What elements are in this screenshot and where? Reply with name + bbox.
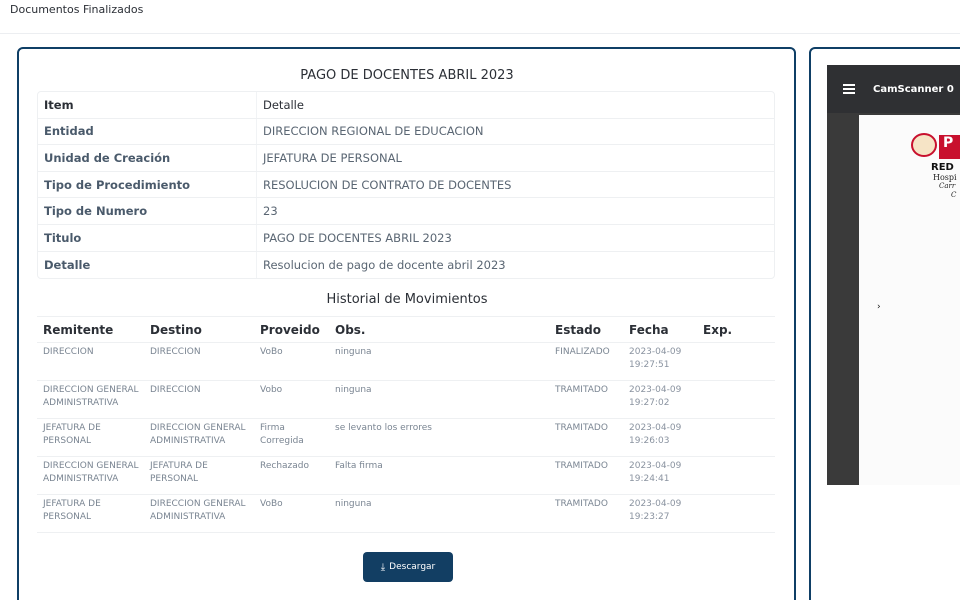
col-estado: Estado — [549, 316, 623, 343]
detail-header-row: Item Detalle — [38, 92, 774, 119]
detail-key: Detalle — [44, 257, 91, 272]
cell-fecha: 2023-04-09 19:23:27 — [623, 494, 697, 533]
brand-logo: P — [939, 135, 960, 159]
col-obs: Obs. — [329, 316, 549, 343]
detail-value: PAGO DE DOCENTES ABRIL 2023 — [256, 224, 452, 251]
table-row: JEFATURA DE PERSONAL DIRECCION GENERAL A… — [37, 494, 775, 533]
history-header-row: Remitente Destino Proveido Obs. Estado F… — [37, 316, 775, 343]
page-mark: › — [877, 302, 881, 312]
cell-remitente: JEFATURA DE PERSONAL — [37, 418, 144, 457]
col-remitente: Remitente — [37, 316, 144, 343]
cell-destino: DIRECCION GENERAL ADMINISTRATIVA — [144, 494, 254, 533]
detail-key: Titulo — [44, 230, 82, 245]
page-text-line: RED — [931, 162, 954, 173]
detail-row: Tipo de Procedimiento RESOLUCION DE CONT… — [38, 171, 774, 199]
cell-fecha: 2023-04-09 19:24:41 — [623, 456, 697, 495]
table-row: DIRECCION DIRECCION VoBo ninguna FINALIZ… — [37, 342, 775, 381]
document-preview-card: CamScanner 0 P RED Hospi Carr C › — [809, 47, 960, 600]
detail-table: Item Detalle Entidad DIRECCION REGIONAL … — [37, 91, 775, 280]
cell-proveido: Firma Corregida — [254, 418, 329, 457]
cell-remitente: DIRECCION — [37, 342, 144, 381]
cell-proveido: VoBo — [254, 494, 329, 533]
cell-exp — [697, 456, 775, 495]
detail-value: DIRECCION REGIONAL DE EDUCACION — [256, 118, 484, 145]
cell-proveido: VoBo — [254, 342, 329, 381]
detail-value: 23 — [256, 198, 278, 224]
cell-obs: se levanto los errores — [329, 418, 549, 457]
cell-exp — [697, 380, 775, 419]
col-exp: Exp. — [697, 316, 775, 343]
history-title: Historial de Movimientos — [326, 292, 488, 307]
hamburger-menu-icon[interactable] — [843, 84, 855, 94]
detail-header-detalle: Detalle — [256, 92, 304, 118]
viewer-toolbar: CamScanner 0 — [827, 65, 960, 113]
detail-key: Unidad de Creación — [44, 150, 171, 165]
viewer-filename: CamScanner 0 — [873, 83, 954, 95]
document-title: PAGO DE DOCENTES ABRIL 2023 — [300, 68, 514, 83]
detail-row: Entidad DIRECCION REGIONAL DE EDUCACION — [38, 118, 774, 146]
detail-header-item: Item — [44, 97, 74, 112]
cell-exp — [697, 418, 775, 457]
cell-fecha: 2023-04-09 19:26:03 — [623, 418, 697, 457]
breadcrumb: Documentos Finalizados — [10, 3, 144, 16]
cell-obs: ninguna — [329, 380, 549, 419]
col-fecha: Fecha — [623, 316, 697, 343]
detail-row: Detalle Resolucion de pago de docente ab… — [38, 251, 774, 279]
cell-remitente: DIRECCION GENERAL ADMINISTRATIVA — [37, 380, 144, 419]
document-detail-card: PAGO DE DOCENTES ABRIL 2023 Item Detalle… — [17, 47, 796, 600]
col-proveido: Proveido — [254, 316, 329, 343]
detail-row: Tipo de Numero 23 — [38, 198, 774, 225]
cell-obs: ninguna — [329, 342, 549, 381]
table-row: JEFATURA DE PERSONAL DIRECCION GENERAL A… — [37, 418, 775, 457]
cell-proveido: Rechazado — [254, 456, 329, 495]
detail-key: Entidad — [44, 124, 94, 139]
detail-key: Tipo de Procedimiento — [44, 177, 191, 192]
cell-fecha: 2023-04-09 19:27:51 — [623, 342, 697, 381]
cell-remitente: JEFATURA DE PERSONAL — [37, 494, 144, 533]
detail-value: RESOLUCION DE CONTRATO DE DOCENTES — [256, 171, 511, 198]
detail-row: Unidad de Creación JEFATURA DE PERSONAL — [38, 145, 774, 172]
cell-estado: TRAMITADO — [549, 418, 623, 457]
cell-fecha: 2023-04-09 19:27:02 — [623, 380, 697, 419]
crest-logo-icon — [911, 133, 937, 157]
cell-estado: TRAMITADO — [549, 494, 623, 533]
page-text-line: C — [951, 191, 957, 199]
top-bar: Documentos Finalizados — [0, 0, 960, 34]
cell-estado: FINALIZADO — [549, 342, 623, 381]
cell-estado: TRAMITADO — [549, 380, 623, 419]
detail-value: Resolucion de pago de docente abril 2023 — [256, 251, 506, 279]
scanned-page: P RED Hospi Carr C › — [859, 115, 960, 485]
page-text-line: Hospi — [933, 173, 957, 182]
detail-row: Titulo PAGO DE DOCENTES ABRIL 2023 — [38, 224, 774, 252]
download-label: Descargar — [389, 562, 436, 572]
detail-value: JEFATURA DE PERSONAL — [256, 145, 402, 171]
cell-destino: DIRECCION GENERAL ADMINISTRATIVA — [144, 418, 254, 457]
cell-exp — [697, 494, 775, 533]
table-row: DIRECCION GENERAL ADMINISTRATIVA DIRECCI… — [37, 380, 775, 419]
detail-key: Tipo de Numero — [44, 204, 148, 219]
cell-estado: TRAMITADO — [549, 456, 623, 495]
pdf-viewer[interactable]: CamScanner 0 P RED Hospi Carr C › — [827, 65, 960, 485]
cell-obs: ninguna — [329, 494, 549, 533]
cell-remitente: DIRECCION GENERAL ADMINISTRATIVA — [37, 456, 144, 495]
col-destino: Destino — [144, 316, 254, 343]
cell-obs: Falta firma — [329, 456, 549, 495]
cell-exp — [697, 342, 775, 381]
history-table: Remitente Destino Proveido Obs. Estado F… — [37, 316, 775, 533]
cell-destino: JEFATURA DE PERSONAL — [144, 456, 254, 495]
table-row: DIRECCION GENERAL ADMINISTRATIVA JEFATUR… — [37, 456, 775, 495]
cell-proveido: Vobo — [254, 380, 329, 419]
page-text-line: Carr — [939, 182, 956, 190]
cell-destino: DIRECCION — [144, 342, 254, 381]
cell-destino: DIRECCION — [144, 380, 254, 419]
download-icon: ⤓ — [380, 561, 386, 573]
download-button[interactable]: ⤓ Descargar — [363, 552, 453, 582]
